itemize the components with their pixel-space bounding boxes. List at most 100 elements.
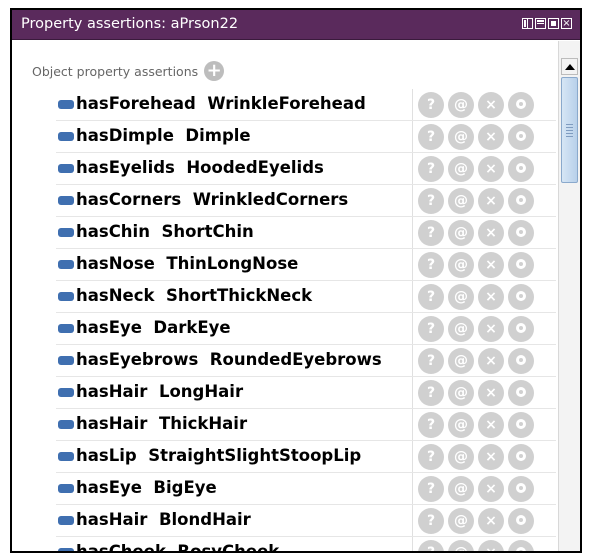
assertion-row[interactable]: hasEye DarkEye? @ × bbox=[56, 313, 556, 345]
assertion-row[interactable]: hasEye BigEye? @ × bbox=[56, 473, 556, 505]
delete-icon[interactable]: × bbox=[478, 252, 504, 278]
at-icon[interactable]: @ bbox=[448, 124, 474, 150]
at-icon[interactable]: @ bbox=[448, 284, 474, 310]
delete-icon[interactable]: × bbox=[478, 124, 504, 150]
delete-icon[interactable]: × bbox=[478, 220, 504, 246]
at-icon[interactable]: @ bbox=[448, 92, 474, 118]
edit-ring-icon[interactable] bbox=[508, 252, 534, 278]
vertical-scrollbar[interactable] bbox=[558, 41, 580, 551]
assertion-row[interactable]: hasEyelids HoodedEyelids? @ × bbox=[56, 153, 556, 185]
question-icon[interactable]: ? bbox=[418, 380, 444, 406]
edit-ring-icon[interactable] bbox=[508, 316, 534, 342]
object-property-icon bbox=[58, 484, 74, 493]
at-icon[interactable]: @ bbox=[448, 220, 474, 246]
question-icon[interactable]: ? bbox=[418, 124, 444, 150]
delete-icon[interactable]: × bbox=[478, 476, 504, 502]
assertion-row[interactable]: hasDimple Dimple? @ × bbox=[56, 121, 556, 153]
question-icon[interactable]: ? bbox=[418, 348, 444, 374]
add-icon[interactable]: + bbox=[204, 61, 225, 81]
row-buttons: ? @ × bbox=[418, 220, 534, 246]
question-icon[interactable]: ? bbox=[418, 540, 444, 551]
split-view-icon[interactable] bbox=[522, 18, 533, 29]
assertion-row[interactable]: hasChin ShortChin? @ × bbox=[56, 217, 556, 249]
question-icon[interactable]: ? bbox=[418, 156, 444, 182]
question-icon[interactable]: ? bbox=[418, 188, 444, 214]
edit-ring-icon[interactable] bbox=[508, 124, 534, 150]
property-value: BigEye bbox=[153, 478, 217, 497]
assertion-row[interactable]: hasNose ThinLongNose? @ × bbox=[56, 249, 556, 281]
view-window-controls: × bbox=[522, 18, 572, 29]
assertion-row[interactable]: hasEyebrows RoundedEyebrows? @ × bbox=[56, 345, 556, 377]
row-divider bbox=[412, 153, 413, 184]
row-buttons: ? @ × bbox=[418, 316, 534, 342]
property-name: hasChin bbox=[76, 222, 150, 241]
delete-icon[interactable]: × bbox=[478, 380, 504, 406]
object-property-icon bbox=[58, 164, 74, 173]
edit-ring-icon[interactable] bbox=[508, 508, 534, 534]
assertion-row[interactable]: hasForehead WrinkleForehead? @ × bbox=[56, 89, 556, 121]
at-icon[interactable]: @ bbox=[448, 252, 474, 278]
assertion-text: hasEye BigEye bbox=[76, 478, 217, 497]
assertion-row[interactable]: hasHair ThickHair? @ × bbox=[56, 409, 556, 441]
at-icon[interactable]: @ bbox=[448, 316, 474, 342]
edit-ring-icon[interactable] bbox=[508, 380, 534, 406]
scrollbar-grip-icon bbox=[566, 123, 573, 137]
at-icon[interactable]: @ bbox=[448, 156, 474, 182]
at-icon[interactable]: @ bbox=[448, 540, 474, 551]
edit-ring-icon[interactable] bbox=[508, 220, 534, 246]
delete-icon[interactable]: × bbox=[478, 188, 504, 214]
property-name: hasLip bbox=[76, 446, 137, 465]
question-icon[interactable]: ? bbox=[418, 284, 444, 310]
assertion-row[interactable]: hasCorners WrinkledCorners? @ × bbox=[56, 185, 556, 217]
at-icon[interactable]: @ bbox=[448, 412, 474, 438]
close-icon[interactable]: × bbox=[561, 18, 572, 29]
delete-icon[interactable]: × bbox=[478, 284, 504, 310]
question-icon[interactable]: ? bbox=[418, 412, 444, 438]
edit-ring-icon[interactable] bbox=[508, 412, 534, 438]
question-icon[interactable]: ? bbox=[418, 508, 444, 534]
question-icon[interactable]: ? bbox=[418, 220, 444, 246]
edit-ring-icon[interactable] bbox=[508, 156, 534, 182]
minimize-icon[interactable] bbox=[535, 18, 546, 29]
object-property-icon bbox=[58, 356, 74, 365]
at-icon[interactable]: @ bbox=[448, 348, 474, 374]
row-divider bbox=[412, 473, 413, 504]
scroll-up-icon[interactable] bbox=[561, 58, 578, 75]
edit-ring-icon[interactable] bbox=[508, 188, 534, 214]
view-title: Property assertions: aPrson22 bbox=[21, 16, 239, 32]
question-icon[interactable]: ? bbox=[418, 444, 444, 470]
edit-ring-icon[interactable] bbox=[508, 476, 534, 502]
question-icon[interactable]: ? bbox=[418, 92, 444, 118]
edit-ring-icon[interactable] bbox=[508, 540, 534, 551]
edit-ring-icon[interactable] bbox=[508, 444, 534, 470]
delete-icon[interactable]: × bbox=[478, 508, 504, 534]
edit-ring-icon[interactable] bbox=[508, 284, 534, 310]
object-property-icon bbox=[58, 260, 74, 269]
at-icon[interactable]: @ bbox=[448, 188, 474, 214]
delete-icon[interactable]: × bbox=[478, 348, 504, 374]
delete-icon[interactable]: × bbox=[478, 412, 504, 438]
assertion-row[interactable]: hasNeck ShortThickNeck? @ × bbox=[56, 281, 556, 313]
assertion-row[interactable]: hasHair LongHair? @ × bbox=[56, 377, 556, 409]
at-icon[interactable]: @ bbox=[448, 380, 474, 406]
object-property-icon bbox=[58, 548, 74, 551]
delete-icon[interactable]: × bbox=[478, 444, 504, 470]
delete-icon[interactable]: × bbox=[478, 92, 504, 118]
at-icon[interactable]: @ bbox=[448, 476, 474, 502]
edit-ring-icon[interactable] bbox=[508, 348, 534, 374]
maximize-icon[interactable] bbox=[548, 18, 559, 29]
assertion-row[interactable]: hasCheek RosyCheek? @ × bbox=[56, 537, 556, 551]
assertion-row[interactable]: hasHair BlondHair? @ × bbox=[56, 505, 556, 537]
delete-icon[interactable]: × bbox=[478, 156, 504, 182]
question-icon[interactable]: ? bbox=[418, 476, 444, 502]
delete-icon[interactable]: × bbox=[478, 316, 504, 342]
assertion-row[interactable]: hasLip StraightSlightStoopLip? @ × bbox=[56, 441, 556, 473]
question-icon[interactable]: ? bbox=[418, 252, 444, 278]
question-icon[interactable]: ? bbox=[418, 316, 444, 342]
at-icon[interactable]: @ bbox=[448, 508, 474, 534]
at-icon[interactable]: @ bbox=[448, 444, 474, 470]
delete-icon[interactable]: × bbox=[478, 540, 504, 551]
scrollbar-thumb[interactable] bbox=[561, 77, 578, 183]
assertion-text: hasHair BlondHair bbox=[76, 510, 251, 529]
edit-ring-icon[interactable] bbox=[508, 92, 534, 118]
